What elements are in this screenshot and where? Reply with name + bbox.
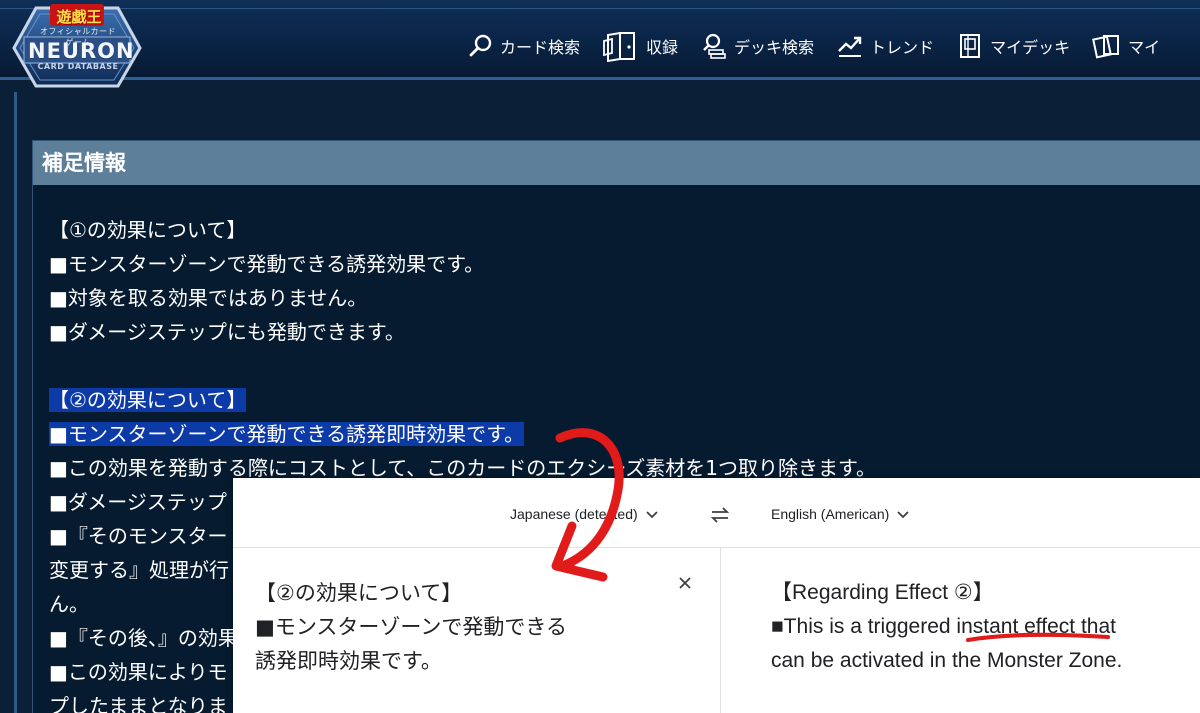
panel-title: 補足情報 bbox=[33, 141, 1200, 185]
nav-trend[interactable]: トレンド bbox=[836, 33, 934, 59]
translated-text: 【Regarding Effect ②】 ■This is a triggere… bbox=[771, 576, 1191, 678]
source-line: 誘発即時効果です。 bbox=[255, 649, 442, 673]
info-line: ■ダメージステップにも発動できます。 bbox=[49, 320, 405, 344]
my-deck-icon bbox=[956, 32, 984, 60]
source-language-label: Japanese (detected) bbox=[510, 506, 638, 522]
chevron-down-icon bbox=[646, 506, 658, 522]
info-blank-line bbox=[49, 349, 1200, 383]
target-language-label: English (American) bbox=[771, 506, 890, 522]
nav-my-cards-label: マイ bbox=[1128, 38, 1161, 57]
nav-deck-search[interactable]: デッキ検索 bbox=[700, 32, 814, 60]
nav-trend-label: トレンド bbox=[870, 38, 935, 57]
pane-divider bbox=[720, 548, 721, 713]
trend-icon bbox=[836, 33, 864, 59]
nav-my-deck[interactable]: マイデッキ bbox=[956, 32, 1070, 60]
underlined-phrase: instant effect bbox=[956, 615, 1076, 638]
target-language-select[interactable]: English (American) bbox=[771, 506, 909, 522]
swap-icon bbox=[710, 507, 730, 528]
source-text[interactable]: 【②の効果について】 ■モンスターゾーンで発動できる 誘発即時効果です。 bbox=[255, 576, 675, 678]
translated-segment: ■This is a triggered bbox=[771, 615, 957, 638]
main-nav: カード検索 収録 デッキ検索 トレンド マイデッキ マイ bbox=[468, 24, 1182, 68]
nav-pack-label: 収録 bbox=[646, 38, 679, 57]
logo-neuron-text: NEURON bbox=[28, 39, 135, 63]
info-line-selected[interactable]: 【②の効果について】 bbox=[49, 383, 1200, 417]
translated-heading: 【Regarding Effect ②】 bbox=[771, 581, 994, 604]
info-line: 【①の効果について】 bbox=[49, 218, 247, 242]
logo-card-database-text: CARD DATABASE bbox=[37, 62, 119, 71]
my-cards-icon bbox=[1092, 32, 1122, 60]
nav-card-search[interactable]: カード検索 bbox=[468, 33, 580, 59]
nav-my-cards[interactable]: マイ bbox=[1092, 32, 1160, 60]
selected-text[interactable]: 【②の効果について】 bbox=[49, 388, 247, 412]
pack-icon bbox=[602, 29, 640, 63]
source-line: ■モンスターゾーンで発動できる bbox=[255, 615, 567, 639]
info-line: ■対象を取る効果ではありません。 bbox=[49, 286, 368, 310]
language-bar: Japanese (detected) English (American) bbox=[233, 478, 1200, 548]
chevron-down-icon bbox=[897, 506, 909, 522]
deck-search-icon bbox=[700, 32, 728, 60]
nav-my-deck-label: マイデッキ bbox=[990, 38, 1071, 57]
clear-source-button[interactable] bbox=[677, 575, 693, 595]
source-language-select[interactable]: Japanese (detected) bbox=[510, 506, 658, 522]
nav-pack[interactable]: 収録 bbox=[602, 29, 678, 63]
source-line: 【②の効果について】 bbox=[255, 581, 463, 605]
swap-languages-button[interactable] bbox=[710, 506, 730, 528]
translated-segment: that bbox=[1075, 615, 1116, 638]
info-line: ■モンスターゾーンで発動できる誘発効果です。 bbox=[49, 252, 485, 276]
logo-yugioh-text: 遊戯王 bbox=[56, 8, 102, 26]
nav-card-search-label: カード検索 bbox=[500, 38, 581, 57]
site-header: 遊戯王 オフィシャルカードゲーム NEURON CARD DATABASE カー… bbox=[0, 0, 1200, 88]
close-icon bbox=[677, 576, 693, 595]
translate-popup: Japanese (detected) English (American) 【… bbox=[233, 478, 1200, 713]
search-icon bbox=[468, 33, 494, 59]
nav-deck-search-label: デッキ検索 bbox=[734, 38, 815, 57]
left-divider bbox=[14, 92, 17, 713]
info-line-selected[interactable]: ■モンスターゾーンで発動できる誘発即時効果です。 bbox=[49, 417, 1200, 451]
site-logo[interactable]: 遊戯王 オフィシャルカードゲーム NEURON CARD DATABASE bbox=[6, 2, 148, 88]
translated-line: ■This is a triggered instant effect that bbox=[771, 610, 1191, 644]
translated-line: can be activated in the Monster Zone. bbox=[771, 649, 1123, 672]
selected-text[interactable]: ■モンスターゾーンで発動できる誘発即時効果です。 bbox=[49, 422, 525, 446]
